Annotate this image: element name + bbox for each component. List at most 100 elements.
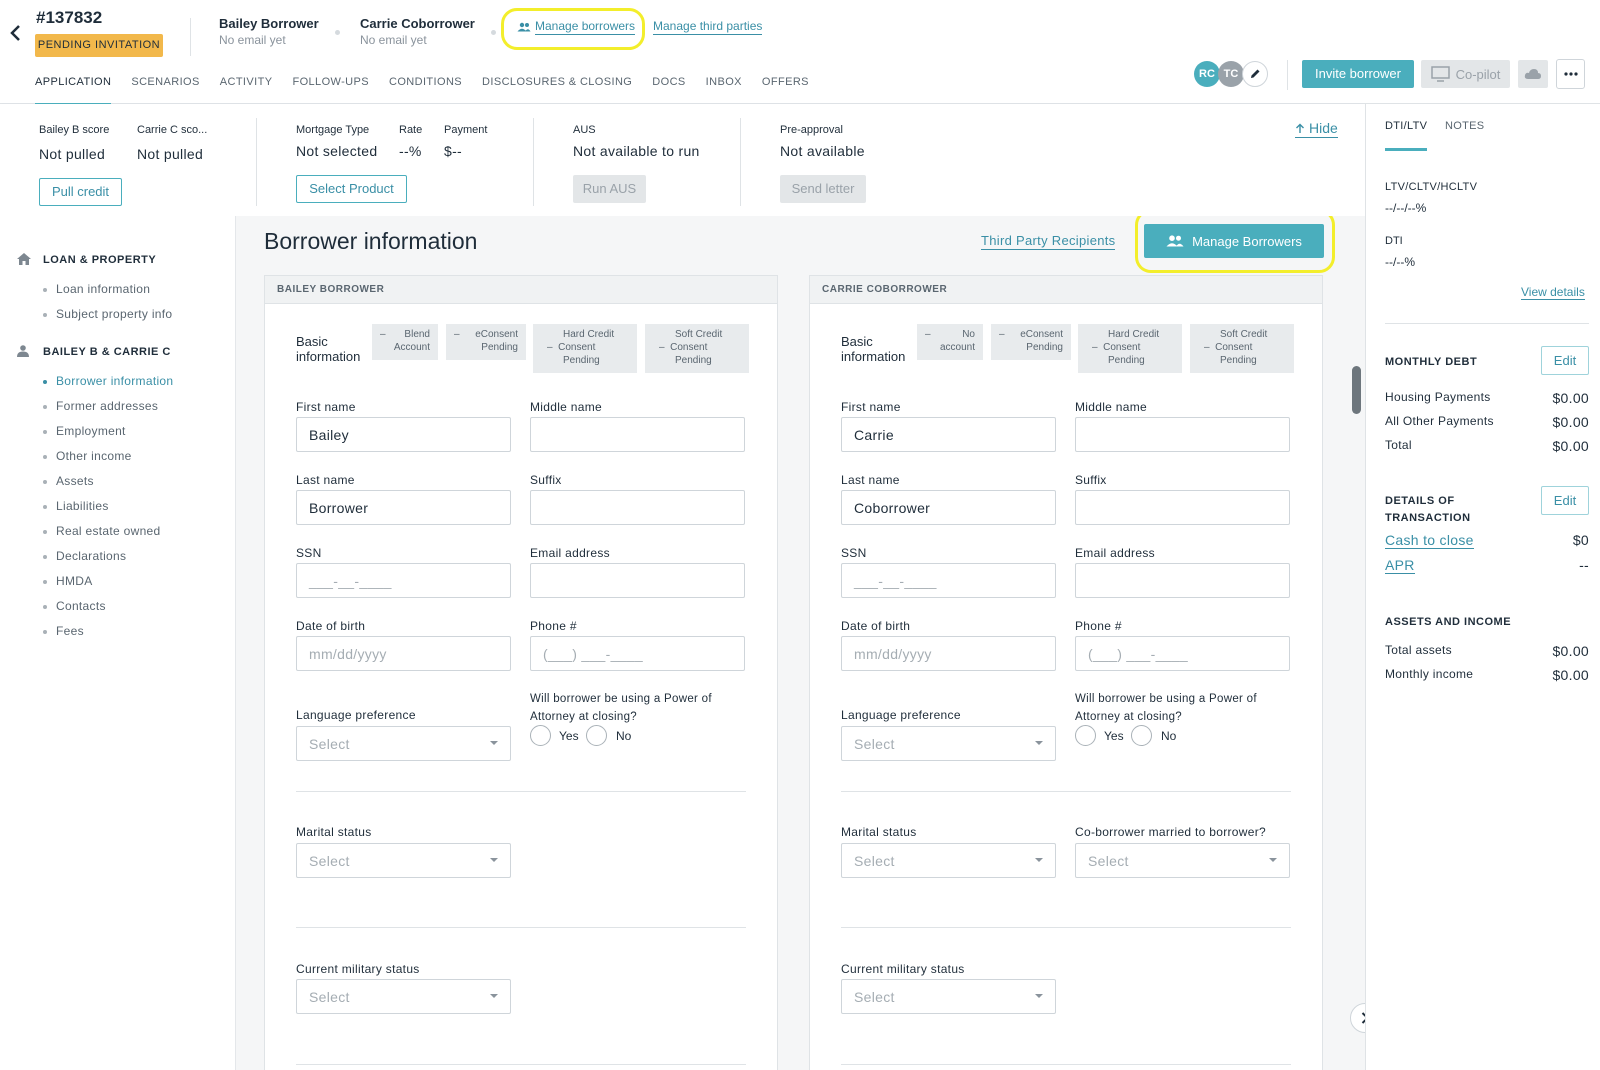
ssn-input[interactable]: ___-__-____ [841, 563, 1056, 598]
card-header: CARRIE COBORROWER [810, 276, 1322, 304]
tab-activity[interactable]: ACTIVITY [220, 76, 273, 104]
married-to-borrower-select[interactable]: Select [1075, 843, 1290, 878]
middle-name-input[interactable] [1075, 417, 1290, 452]
poa-no-radio[interactable] [1131, 725, 1152, 746]
suffix-input[interactable] [530, 490, 745, 525]
row-value: $0 [1572, 532, 1589, 548]
edit-team-button[interactable] [1242, 61, 1268, 87]
borrower-2-info[interactable]: Carrie Coborrower No email yet [360, 16, 475, 47]
manage-third-parties-link[interactable]: Manage third parties [653, 19, 763, 35]
monthly-income-row: Monthly income $0.00 [1385, 667, 1589, 683]
select-value: Select [309, 853, 350, 869]
first-name-input[interactable]: Carrie [841, 417, 1056, 452]
phone-input[interactable]: (___) ___-____ [1075, 636, 1290, 671]
tab-follow-ups[interactable]: FOLLOW-UPS [292, 76, 369, 104]
nav-assets[interactable]: Assets [43, 474, 94, 488]
tab-docs[interactable]: DOCS [652, 76, 685, 104]
military-status-select[interactable]: Select [841, 979, 1056, 1014]
nav-liabilities[interactable]: Liabilities [43, 499, 109, 513]
expand-panel-button[interactable] [1350, 1003, 1365, 1033]
poa-yes-radio[interactable] [1075, 725, 1096, 746]
apr-link[interactable]: APR [1385, 557, 1415, 574]
select-product-button[interactable]: Select Product [296, 175, 407, 203]
email-input[interactable] [530, 563, 745, 598]
scrollbar-thumb[interactable] [1352, 366, 1361, 414]
divider [296, 927, 746, 928]
nav-borrower-information[interactable]: Borrower information [43, 374, 173, 388]
marital-status-select[interactable]: Select [841, 843, 1056, 878]
language-select[interactable]: Select [296, 726, 511, 761]
top-header: #137832 PENDING INVITATION Bailey Borrow… [0, 0, 1600, 106]
hide-summary-link[interactable]: Hide [1295, 120, 1338, 138]
status-chip-hard-credit: Hard Credit – Consent Pending [533, 324, 637, 373]
nav-employment[interactable]: Employment [43, 424, 126, 438]
run-aus-button[interactable]: Run AUS [573, 175, 646, 203]
view-details-link[interactable]: View details [1521, 285, 1585, 300]
tab-conditions[interactable]: CONDITIONS [389, 76, 462, 104]
nav-hmda[interactable]: HMDA [43, 574, 93, 588]
borrower-1-info[interactable]: Bailey Borrower No email yet [219, 16, 319, 47]
field-label: Email address [1075, 546, 1155, 560]
back-arrow-icon[interactable] [8, 22, 22, 48]
avatar[interactable]: RC [1194, 61, 1220, 87]
more-options-button[interactable] [1556, 59, 1585, 89]
suffix-input[interactable] [1075, 490, 1290, 525]
language-select[interactable]: Select [841, 726, 1056, 761]
edit-monthly-debt-button[interactable]: Edit [1541, 346, 1589, 375]
dob-input[interactable]: mm/dd/yyyy [296, 636, 511, 671]
dob-input[interactable]: mm/dd/yyyy [841, 636, 1056, 671]
tab-notes[interactable]: NOTES [1445, 120, 1484, 132]
monthly-debt-heading: MONTHLY DEBT [1385, 356, 1478, 368]
poa-question: Will borrower be using a Power of Attorne… [1075, 690, 1257, 726]
cash-to-close-link[interactable]: Cash to close [1385, 532, 1474, 549]
avatar[interactable]: TC [1218, 61, 1244, 87]
email-input[interactable] [1075, 563, 1290, 598]
tab-application[interactable]: APPLICATION [35, 76, 112, 106]
edit-transaction-button[interactable]: Edit [1541, 486, 1589, 515]
nav-declarations[interactable]: Declarations [43, 549, 126, 563]
nav-other-income[interactable]: Other income [43, 449, 132, 463]
third-party-recipients-link[interactable]: Third Party Recipients [981, 233, 1116, 250]
pull-credit-button[interactable]: Pull credit [39, 178, 122, 206]
first-name-input[interactable]: Bailey [296, 417, 511, 452]
monitor-icon [1430, 66, 1450, 82]
chip-line: eConsent [1020, 329, 1063, 340]
phone-input[interactable]: (___) ___-____ [530, 636, 745, 671]
middle-name-input[interactable] [530, 417, 745, 452]
nav-label: Assets [56, 474, 94, 488]
last-name-input[interactable]: Coborrower [841, 490, 1056, 525]
main-content: Borrower information Third Party Recipie… [236, 216, 1365, 1070]
poa-no-radio[interactable] [586, 725, 607, 746]
chip-line: Soft Credit [675, 329, 723, 340]
manage-borrowers-link[interactable]: Manage borrowers [517, 19, 636, 35]
field-label: Language preference [296, 708, 416, 722]
tab-disclosures-closing[interactable]: DISCLOSURES & CLOSING [482, 76, 632, 104]
invite-borrower-button[interactable]: Invite borrower [1302, 60, 1414, 88]
field-label: Phone # [1075, 619, 1122, 633]
section-loan-property[interactable]: LOAN & PROPERTY [43, 254, 156, 266]
tab-offers[interactable]: OFFERS [762, 76, 809, 104]
nav-fees[interactable]: Fees [43, 624, 84, 638]
send-letter-button[interactable]: Send letter [780, 175, 866, 203]
chevron-down-icon [1269, 858, 1277, 862]
divider [841, 1064, 1291, 1065]
tab-scenarios[interactable]: SCENARIOS [131, 76, 199, 104]
military-status-select[interactable]: Select [296, 979, 511, 1014]
co-pilot-button[interactable]: Co-pilot [1421, 60, 1510, 88]
nav-real-estate-owned[interactable]: Real estate owned [43, 524, 161, 538]
marital-status-select[interactable]: Select [296, 843, 511, 878]
tab-dti-ltv[interactable]: DTI/LTV [1385, 120, 1427, 132]
row-label: Monthly income [1385, 667, 1474, 681]
nav-contacts[interactable]: Contacts [43, 599, 106, 613]
ssn-input[interactable]: ___-__-____ [296, 563, 511, 598]
nav-loan-information[interactable]: Loan information [43, 282, 150, 296]
nav-subject-property-info[interactable]: Subject property info [43, 307, 172, 321]
tab-inbox[interactable]: INBOX [706, 76, 742, 104]
poa-yes-radio[interactable] [530, 725, 551, 746]
last-name-input[interactable]: Borrower [296, 490, 511, 525]
section-borrowers[interactable]: BAILEY B & CARRIE C [43, 346, 171, 358]
cloud-upload-button[interactable] [1518, 60, 1548, 88]
borrower-card-carrie: CARRIE COBORROWER Basic information – No a… [809, 275, 1323, 1070]
manage-borrowers-button[interactable]: Manage Borrowers [1144, 224, 1324, 258]
nav-former-addresses[interactable]: Former addresses [43, 399, 158, 413]
